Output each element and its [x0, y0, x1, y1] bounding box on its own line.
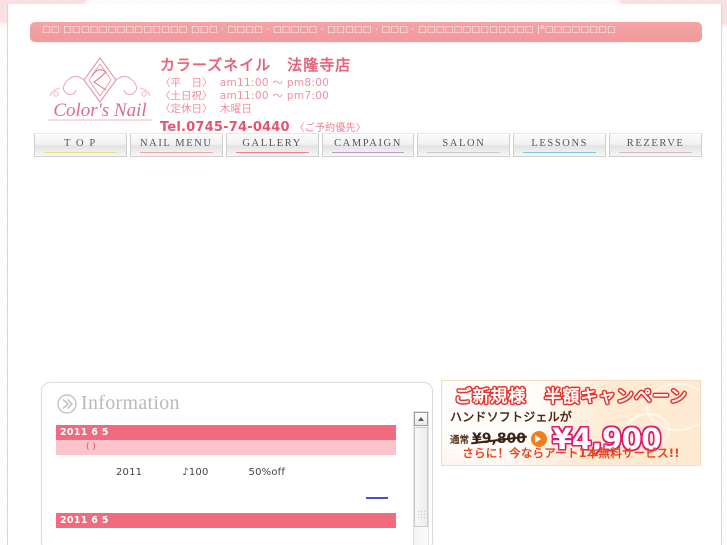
banner-footer-text: さらに！今ならアート1本無料サービス!!: [462, 446, 680, 460]
news-date: 2011 6 5: [56, 425, 396, 440]
site-logo[interactable]: Color's Nail: [30, 52, 170, 122]
nav-underline-rezerve: [619, 151, 693, 153]
nav-label-campaign: CAMPAIGN: [334, 138, 402, 149]
site-header: Color's Nail カラーズネイル 法隆寺店 〈平 日〉 am11:00 …: [8, 48, 721, 135]
nav-item-campaign[interactable]: CAMPAIGN: [321, 133, 415, 157]
nav-underline-gallery: [235, 151, 309, 153]
nav-label-rezerve: REZERVE: [626, 138, 685, 149]
information-title: Information: [81, 392, 180, 414]
information-scrollbar[interactable]: [413, 411, 429, 545]
announcement-bar: □□ □□□□□□□□□□□□□□ □□□ · □□□□ · □□□□□ · □…: [30, 22, 702, 42]
news-body-note: ♪100: [182, 467, 209, 478]
hours-label-closed: 〈定休日〉: [160, 103, 213, 115]
announcement-text: □□ □□□□□□□□□□□□□□ □□□ · □□□□ · □□□□□ · □…: [42, 25, 616, 35]
news-body-discount: 50%off: [248, 467, 286, 478]
logo-wordmark: Color's Nail: [53, 100, 146, 121]
hours-row-weekday: 〈平 日〉 am11:00 ～ pm8:00: [160, 77, 366, 90]
scroll-up-icon: [418, 417, 424, 421]
nav-underline-top: [44, 151, 117, 153]
nav-underline-nail-menu: [139, 151, 213, 153]
shop-info: カラーズネイル 法隆寺店 〈平 日〉 am11:00 ～ pm8:00 〈土日祝…: [160, 54, 366, 135]
news-body: 2011 ♪100 50%off: [56, 455, 396, 491]
main-navigation: T O P NAIL MENU GALLERY CAMPAIGN SALON L…: [34, 133, 703, 157]
nav-item-top[interactable]: T O P: [34, 133, 127, 157]
news-list: 2011 6 5 ( ) 2011 ♪100 50%off 2011 6 5: [56, 425, 396, 528]
hours-row-weekend: 〈土日祝〉 am11:00 ～ pm7:00: [160, 90, 366, 103]
hours-value-weekend: am11:00 ～ pm7:00: [219, 90, 330, 102]
hours-label-weekend: 〈土日祝〉: [160, 90, 213, 102]
banner-usual-label: 通常: [450, 435, 470, 446]
hours-value-weekday: am11:00 ～ pm8:00: [219, 77, 330, 89]
nav-item-rezerve[interactable]: REZERVE: [609, 133, 703, 157]
news-detail-link[interactable]: [56, 491, 396, 513]
nav-label-top: T O P: [63, 138, 97, 149]
nav-underline-salon: [427, 151, 501, 153]
nav-label-salon: SALON: [442, 138, 486, 149]
scrollbar-grip: [417, 510, 425, 520]
information-panel: Information 2011 6 5 ( ) 2011 ♪100 50%of…: [41, 382, 433, 545]
nav-label-nail-menu: NAIL MENU: [139, 138, 213, 149]
shop-name: カラーズネイル 法隆寺店: [160, 56, 352, 74]
nav-item-nail-menu[interactable]: NAIL MENU: [129, 133, 223, 157]
nav-label-lessons: LESSONS: [531, 138, 589, 149]
campaign-banner[interactable]: ご新規様 半額キャンペーン ハンドソフトジェルが 通常 ¥9,800 ¥4,90…: [441, 380, 701, 466]
banner-headline: ご新規様 半額キャンペーン: [454, 387, 688, 407]
news-date: 2011 6 5: [56, 513, 396, 528]
nav-underline-lessons: [523, 151, 597, 153]
information-header: Information: [56, 392, 180, 415]
logo-graphic: Color's Nail: [48, 57, 152, 121]
scrollbar-thumb[interactable]: [414, 427, 428, 527]
nav-item-lessons[interactable]: LESSONS: [513, 133, 607, 157]
scroll-up-button[interactable]: [414, 412, 428, 426]
news-subtitle: ( ): [56, 440, 396, 455]
hours-value-closed: 木曜日: [219, 103, 253, 115]
page-background: □□ □□□□□□□□□□□□□□ □□□ · □□□□ · □□□□□ · □…: [0, 0, 727, 545]
nav-item-gallery[interactable]: GALLERY: [225, 133, 319, 157]
news-body-year: 2011: [116, 467, 143, 478]
double-chevron-circle-icon: [57, 393, 77, 414]
news-detail-link-underline: [366, 497, 388, 499]
hours-row-closed: 〈定休日〉 木曜日: [160, 103, 366, 116]
site-content-area: □□ □□□□□□□□□□□□□□ □□□ · □□□□ · □□□□□ · □…: [7, 4, 722, 545]
nav-underline-campaign: [331, 151, 405, 153]
nav-item-salon[interactable]: SALON: [417, 133, 511, 157]
nav-label-gallery: GALLERY: [242, 138, 302, 149]
hours-label-weekday: 〈平 日〉: [160, 77, 213, 89]
